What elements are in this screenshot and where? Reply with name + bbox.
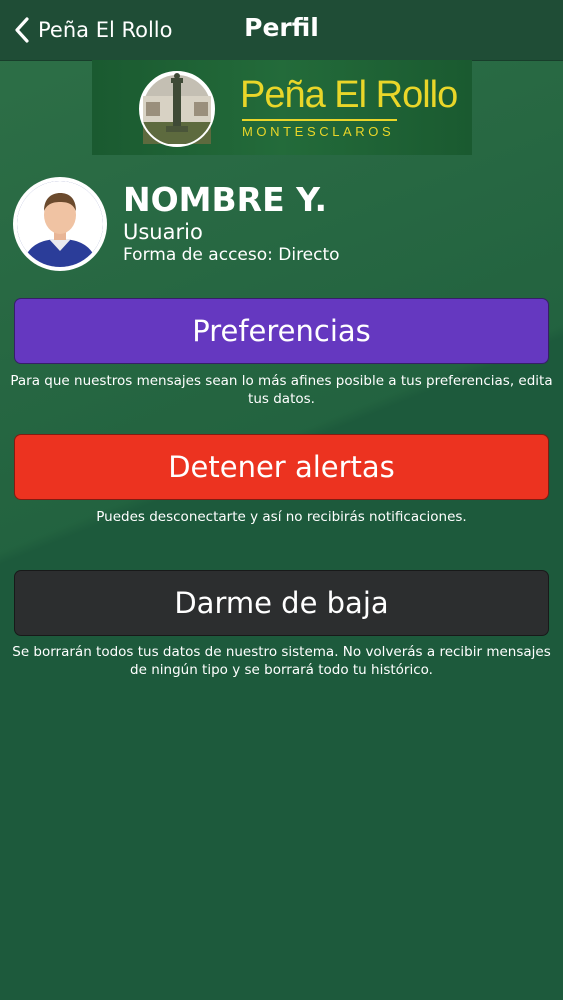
club-seal-logo bbox=[138, 66, 216, 148]
user-role: Usuario bbox=[123, 220, 203, 244]
unsubscribe-hint: Se borrarán todos tus datos de nuestro s… bbox=[12, 644, 551, 678]
user-avatar-icon bbox=[17, 181, 103, 267]
preferences-hint: Para que nuestros mensajes sean lo más a… bbox=[10, 373, 553, 407]
avatar bbox=[13, 177, 107, 271]
banner-divider bbox=[242, 119, 397, 121]
banner-subtitle: MONTESCLAROS bbox=[242, 124, 395, 139]
navigation-bar: Peña El Rollo Perfil bbox=[0, 0, 563, 61]
back-button[interactable]: Peña El Rollo bbox=[14, 10, 172, 50]
preferences-button[interactable]: Preferencias bbox=[14, 298, 549, 364]
user-name: NOMBRE Y. bbox=[123, 180, 328, 219]
back-button-label: Peña El Rollo bbox=[38, 18, 173, 42]
unsubscribe-button[interactable]: Darme de baja bbox=[14, 570, 549, 636]
chevron-left-icon bbox=[14, 16, 30, 44]
banner-club-name: Peña El Rollo bbox=[240, 74, 458, 116]
club-banner: Peña El Rollo MONTESCLAROS bbox=[92, 60, 472, 155]
user-access-method: Forma de acceso: Directo bbox=[123, 245, 340, 265]
stop-alerts-button[interactable]: Detener alertas bbox=[14, 434, 549, 500]
stop-alerts-hint: Puedes desconectarte y así no recibirás … bbox=[96, 509, 467, 525]
